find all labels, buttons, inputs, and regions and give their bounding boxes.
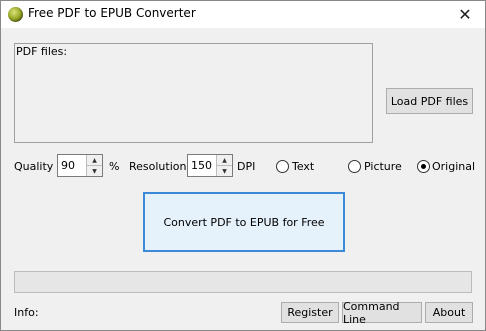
convert-button[interactable]: Convert PDF to EPUB for Free [143,192,345,252]
mode-picture-radio[interactable] [348,160,361,173]
about-button[interactable]: About [425,302,473,323]
quality-up-arrow-icon[interactable]: ▲ [87,155,102,166]
resolution-label: Resolution [129,160,187,173]
quality-spinner-arrows: ▲ ▼ [86,155,102,176]
resolution-spinner[interactable]: 150 ▲ ▼ [187,154,233,177]
mode-text-radio[interactable] [276,160,289,173]
close-button[interactable]: ✕ [445,1,485,28]
register-button[interactable]: Register [281,302,339,323]
quality-down-arrow-icon[interactable]: ▼ [87,166,102,176]
title-bar: Free PDF to EPUB Converter ✕ [1,1,485,28]
quality-unit: % [109,160,120,173]
quality-spinner[interactable]: 90 ▲ ▼ [57,154,103,177]
app-logo-icon [8,7,23,22]
resolution-value[interactable]: 150 [191,159,212,172]
mode-picture-label[interactable]: Picture [364,160,402,173]
quality-label: Quality [14,160,54,173]
resolution-up-arrow-icon[interactable]: ▲ [217,155,232,166]
pdf-files-list[interactable]: PDF files: [14,43,373,143]
radio-selected-dot [421,164,426,169]
resolution-down-arrow-icon[interactable]: ▼ [217,166,232,176]
mode-original-label[interactable]: Original [432,160,475,173]
command-line-button[interactable]: Command Line [342,300,422,326]
pdf-files-label: PDF files: [16,45,68,58]
progress-bar [14,271,472,293]
quality-value[interactable]: 90 [61,159,75,172]
info-label: Info: [14,306,39,319]
main-window: Free PDF to EPUB Converter ✕ PDF files: … [0,0,486,331]
resolution-unit: DPI [237,160,256,173]
mode-original-radio[interactable] [417,160,430,173]
window-title: Free PDF to EPUB Converter [28,6,196,20]
load-pdf-files-button[interactable]: Load PDF files [386,88,473,114]
mode-text-label[interactable]: Text [292,160,314,173]
resolution-spinner-arrows: ▲ ▼ [216,155,232,176]
